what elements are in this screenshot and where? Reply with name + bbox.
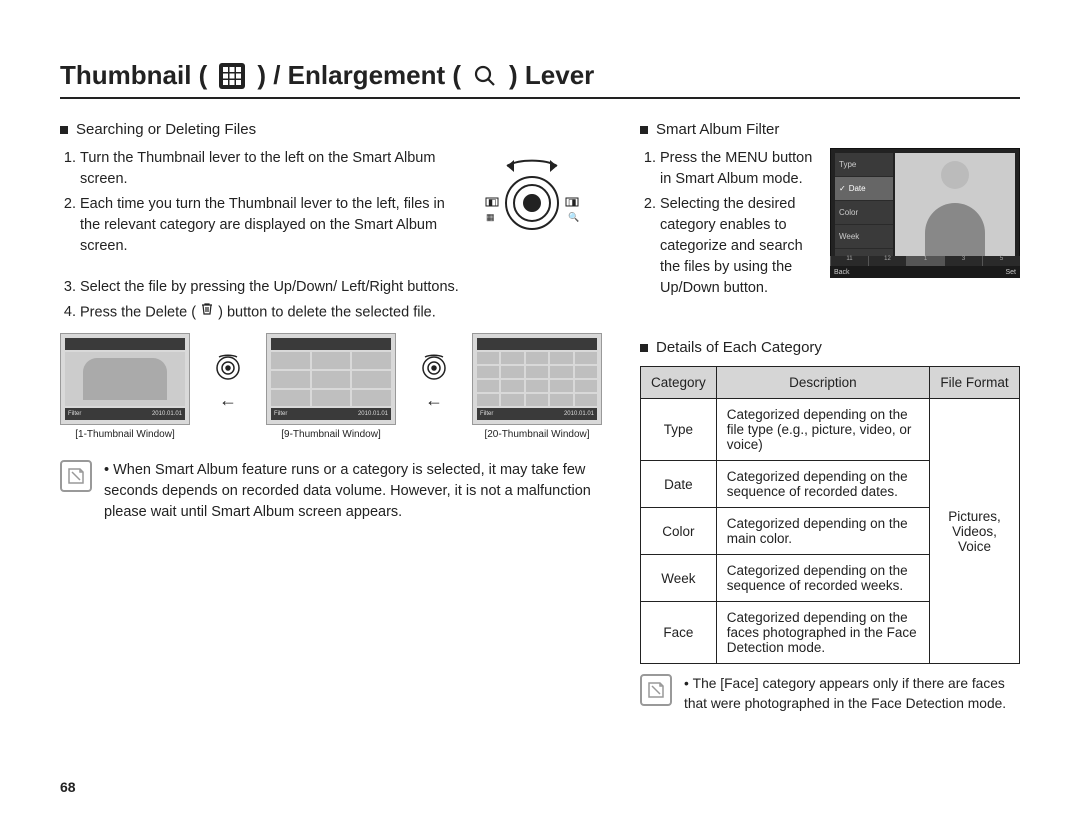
left-step-2: Each time you turn the Thumbnail lever t… — [80, 194, 450, 257]
th-description: Description — [716, 367, 929, 399]
page-title-row: Thumbnail ( ) / Enlargement ( ) Leve — [60, 60, 1020, 99]
th-category: Category — [641, 367, 717, 399]
lever-small-icon-1: ← — [208, 333, 248, 425]
title-part1: Thumbnail ( — [60, 60, 207, 91]
camera-bottom-bar: Back Set — [830, 266, 1020, 278]
svg-text:◧: ◧ — [488, 197, 497, 207]
details-heading-text: Details of Each Category — [656, 339, 822, 356]
lever-small-icon-2: ← — [414, 333, 454, 425]
camera-photo-area — [895, 153, 1015, 273]
desc-type: Categorized depending on the file type (… — [716, 399, 929, 461]
left-step-1: Turn the Thumbnail lever to the left on … — [80, 148, 450, 190]
left-column: Searching or Deleting Files Turn the Thu… — [60, 121, 602, 714]
left-step-4: Press the Delete ( ) button to delete th… — [80, 302, 602, 323]
square-bullet-icon — [60, 126, 68, 134]
menu-item-type: Type — [835, 153, 893, 177]
cat-type: Type — [641, 399, 717, 461]
right-heading-text: Smart Album Filter — [656, 121, 779, 138]
left-note-text: When Smart Album feature runs or a categ… — [104, 460, 602, 523]
menu-item-color: Color — [835, 201, 893, 225]
left-step-4-pre: Press the Delete ( — [80, 304, 196, 320]
thumb-label-9: [9-Thumbnail Window] — [266, 429, 396, 440]
left-heading: Searching or Deleting Files — [60, 121, 602, 138]
desc-color: Categorized depending on the main color. — [716, 508, 929, 555]
desc-week: Categorized depending on the sequence of… — [716, 555, 929, 602]
svg-text:▦: ▦ — [486, 212, 495, 222]
left-step-4-post: ) button to delete the selected file. — [218, 304, 436, 320]
cat-color: Color — [641, 508, 717, 555]
svg-text:🔍: 🔍 — [568, 211, 579, 222]
desc-face: Categorized depending on the faces photo… — [716, 602, 929, 664]
square-bullet-icon — [640, 126, 648, 134]
thumbnail-window-1: Filter2010.01.01 — [60, 333, 190, 425]
thumb-label-1: [1-Thumbnail Window] — [60, 429, 190, 440]
thumbnail-window-9: Filter2010.01.01 — [266, 333, 396, 425]
left-steps-3-4: Select the file by pressing the Up/Down/… — [60, 277, 602, 323]
right-note: The [Face] category appears only if ther… — [640, 674, 1020, 714]
menu-item-date: Date — [835, 177, 893, 201]
thumbnail-windows-row: Filter2010.01.01 [1-Thumbnail Window] ← — [60, 333, 602, 440]
lever-diagram-icon: ◧ ▦ ◨ 🔍 — [462, 148, 602, 248]
category-table: Category Description File Format Type Ca… — [640, 366, 1020, 664]
menu-item-week: Week — [835, 225, 893, 249]
left-heading-text: Searching or Deleting Files — [76, 121, 256, 138]
magnifier-icon — [473, 64, 497, 88]
thumbnail-grid-icon — [219, 63, 245, 89]
square-bullet-icon — [640, 344, 648, 352]
left-note: When Smart Album feature runs or a categ… — [60, 460, 602, 523]
right-step-1: Press the MENU button in Smart Album mod… — [660, 148, 818, 190]
title-part3: ) Lever — [509, 60, 594, 91]
page-number: 68 — [60, 779, 76, 795]
camera-tick-row: 1112 1 35 — [830, 256, 1020, 266]
file-format-cell: Pictures, Videos, Voice — [930, 399, 1020, 664]
svg-text:◨: ◨ — [568, 197, 577, 207]
right-heading: Smart Album Filter — [640, 121, 1020, 138]
note-icon — [640, 674, 672, 706]
arrow-left-icon: ← — [219, 390, 237, 411]
arrow-left-icon: ← — [425, 390, 443, 411]
details-heading: Details of Each Category — [640, 339, 1020, 356]
right-note-text: The [Face] category appears only if ther… — [684, 674, 1020, 714]
thumbnail-window-20: Filter2010.01.01 — [472, 333, 602, 425]
cam-set-label: Set — [1005, 269, 1016, 276]
cat-face: Face — [641, 602, 717, 664]
desc-date: Categorized depending on the sequence of… — [716, 461, 929, 508]
right-step-2: Selecting the desired category enables t… — [660, 194, 818, 299]
note-icon — [60, 460, 92, 492]
cat-week: Week — [641, 555, 717, 602]
trash-icon — [200, 302, 214, 323]
cat-date: Date — [641, 461, 717, 508]
left-step-3: Select the file by pressing the Up/Down/… — [80, 277, 602, 298]
title-part2: ) / Enlargement ( — [257, 60, 461, 91]
camera-filter-menu: Type Date Color Week Face — [835, 153, 893, 273]
right-steps: Press the MENU button in Smart Album mod… — [640, 148, 818, 299]
th-file-format: File Format — [930, 367, 1020, 399]
right-column: Smart Album Filter Press the MENU button… — [640, 121, 1020, 714]
thumb-label-20: [20-Thumbnail Window] — [472, 429, 602, 440]
cam-back-label: Back — [834, 269, 850, 276]
left-steps-1-2: Turn the Thumbnail lever to the left on … — [60, 148, 450, 261]
